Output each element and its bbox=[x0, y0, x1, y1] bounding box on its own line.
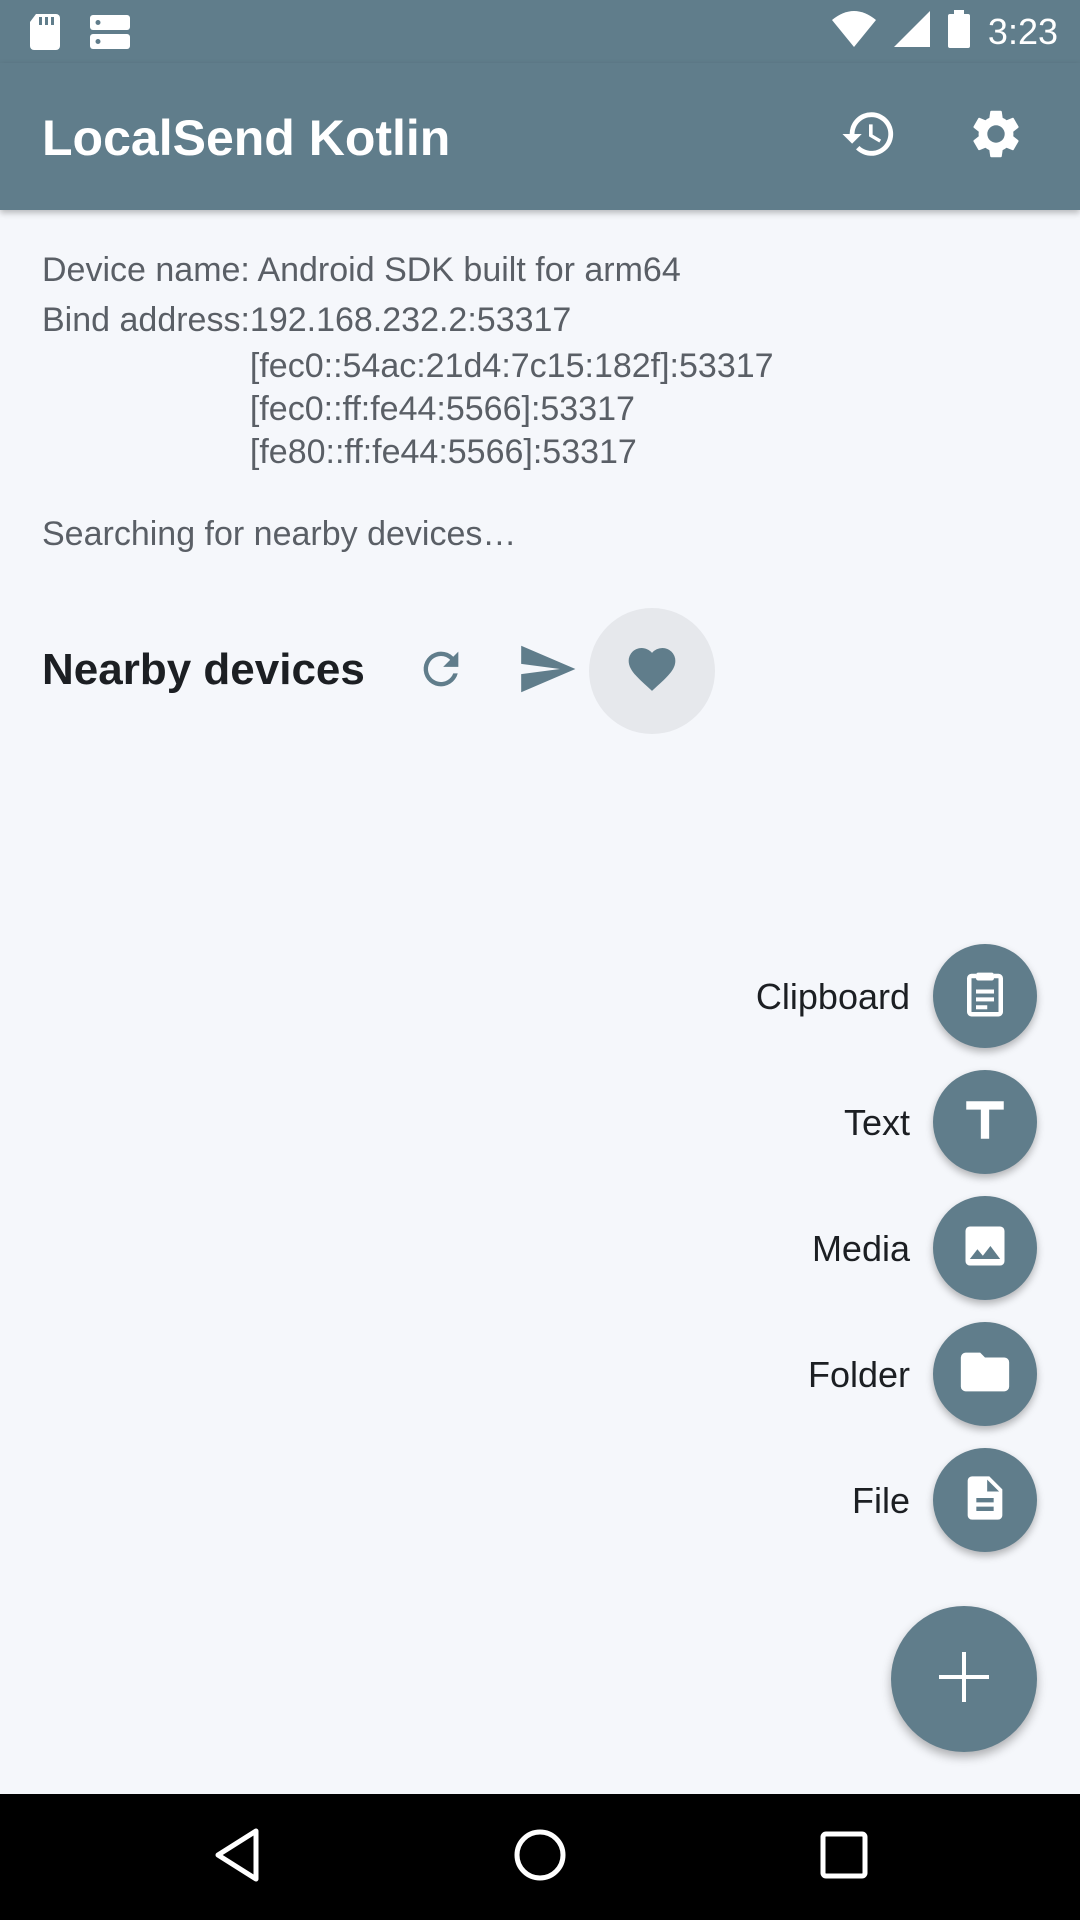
battery-icon bbox=[947, 10, 970, 53]
media-button[interactable] bbox=[933, 1196, 1037, 1300]
speed-dial-label-text[interactable]: Text bbox=[844, 1102, 910, 1144]
recents-button[interactable] bbox=[811, 1824, 877, 1890]
clipboard-icon bbox=[958, 967, 1012, 1026]
search-status: Searching for nearby devices… bbox=[42, 515, 517, 553]
bind-address: [fec0::ff:fe44:5566]:53317 bbox=[249, 390, 635, 428]
settings-icon bbox=[967, 105, 1025, 168]
recents-icon bbox=[819, 1830, 869, 1885]
speed-dial-label-folder[interactable]: Folder bbox=[808, 1354, 910, 1396]
bind-address: [fec0::54ac:21d4:7c15:182f]:53317 bbox=[249, 347, 774, 385]
send-icon bbox=[516, 638, 578, 705]
wifi-icon bbox=[831, 11, 876, 52]
refresh-icon bbox=[415, 643, 467, 700]
plus-icon bbox=[934, 1647, 994, 1712]
image-icon bbox=[959, 1220, 1011, 1277]
history-button[interactable] bbox=[836, 103, 902, 169]
navigation-bar bbox=[0, 1794, 1080, 1920]
device-name: Device name: Android SDK built for arm64 bbox=[42, 251, 681, 289]
status-bar: 3:23 bbox=[0, 0, 1080, 63]
speed-dial-label-clipboard[interactable]: Clipboard bbox=[756, 976, 910, 1018]
app-title: LocalSend Kotlin bbox=[42, 110, 451, 166]
home-button[interactable] bbox=[507, 1824, 573, 1890]
clipboard-button[interactable] bbox=[933, 944, 1037, 1048]
send-button[interactable] bbox=[512, 636, 582, 706]
bind-address-label: Bind address: bbox=[42, 301, 250, 339]
add-fab[interactable] bbox=[891, 1606, 1037, 1752]
speed-dial-label-file[interactable]: File bbox=[852, 1480, 910, 1522]
bind-address: [fe80::ff:fe44:5566]:53317 bbox=[249, 433, 637, 471]
storage-icon bbox=[90, 15, 130, 54]
back-button[interactable] bbox=[204, 1824, 270, 1890]
file-icon bbox=[959, 1472, 1011, 1529]
settings-button[interactable] bbox=[963, 103, 1029, 169]
history-icon bbox=[840, 105, 898, 168]
refresh-button[interactable] bbox=[410, 640, 472, 702]
bind-address-row: Bind address: 192.168.232.2:53317 [fec0:… bbox=[42, 295, 774, 474]
file-button[interactable] bbox=[933, 1448, 1037, 1552]
home-icon bbox=[512, 1827, 568, 1888]
app-screen: 3:23 LocalSend Kotlin Device name: Andro… bbox=[0, 0, 1080, 1920]
app-bar: LocalSend Kotlin bbox=[0, 63, 1080, 210]
sd-card-icon bbox=[30, 14, 62, 55]
favorites-button[interactable] bbox=[589, 608, 715, 734]
device-info: Device name: Android SDK built for arm64… bbox=[42, 245, 774, 474]
nearby-devices-title: Nearby devices bbox=[42, 645, 365, 694]
folder-button[interactable] bbox=[933, 1322, 1037, 1426]
favorite-icon bbox=[624, 641, 680, 702]
signal-icon bbox=[893, 11, 930, 52]
bind-address: 192.168.232.2:53317 bbox=[249, 301, 572, 339]
status-clock: 3:23 bbox=[987, 10, 1058, 52]
text-icon bbox=[960, 1095, 1010, 1150]
folder-icon bbox=[956, 1343, 1014, 1406]
back-icon bbox=[212, 1827, 262, 1888]
bind-address-list: 192.168.232.2:53317 [fec0::54ac:21d4:7c1… bbox=[250, 295, 774, 474]
text-button[interactable] bbox=[933, 1070, 1037, 1174]
speed-dial-label-media[interactable]: Media bbox=[812, 1228, 910, 1270]
